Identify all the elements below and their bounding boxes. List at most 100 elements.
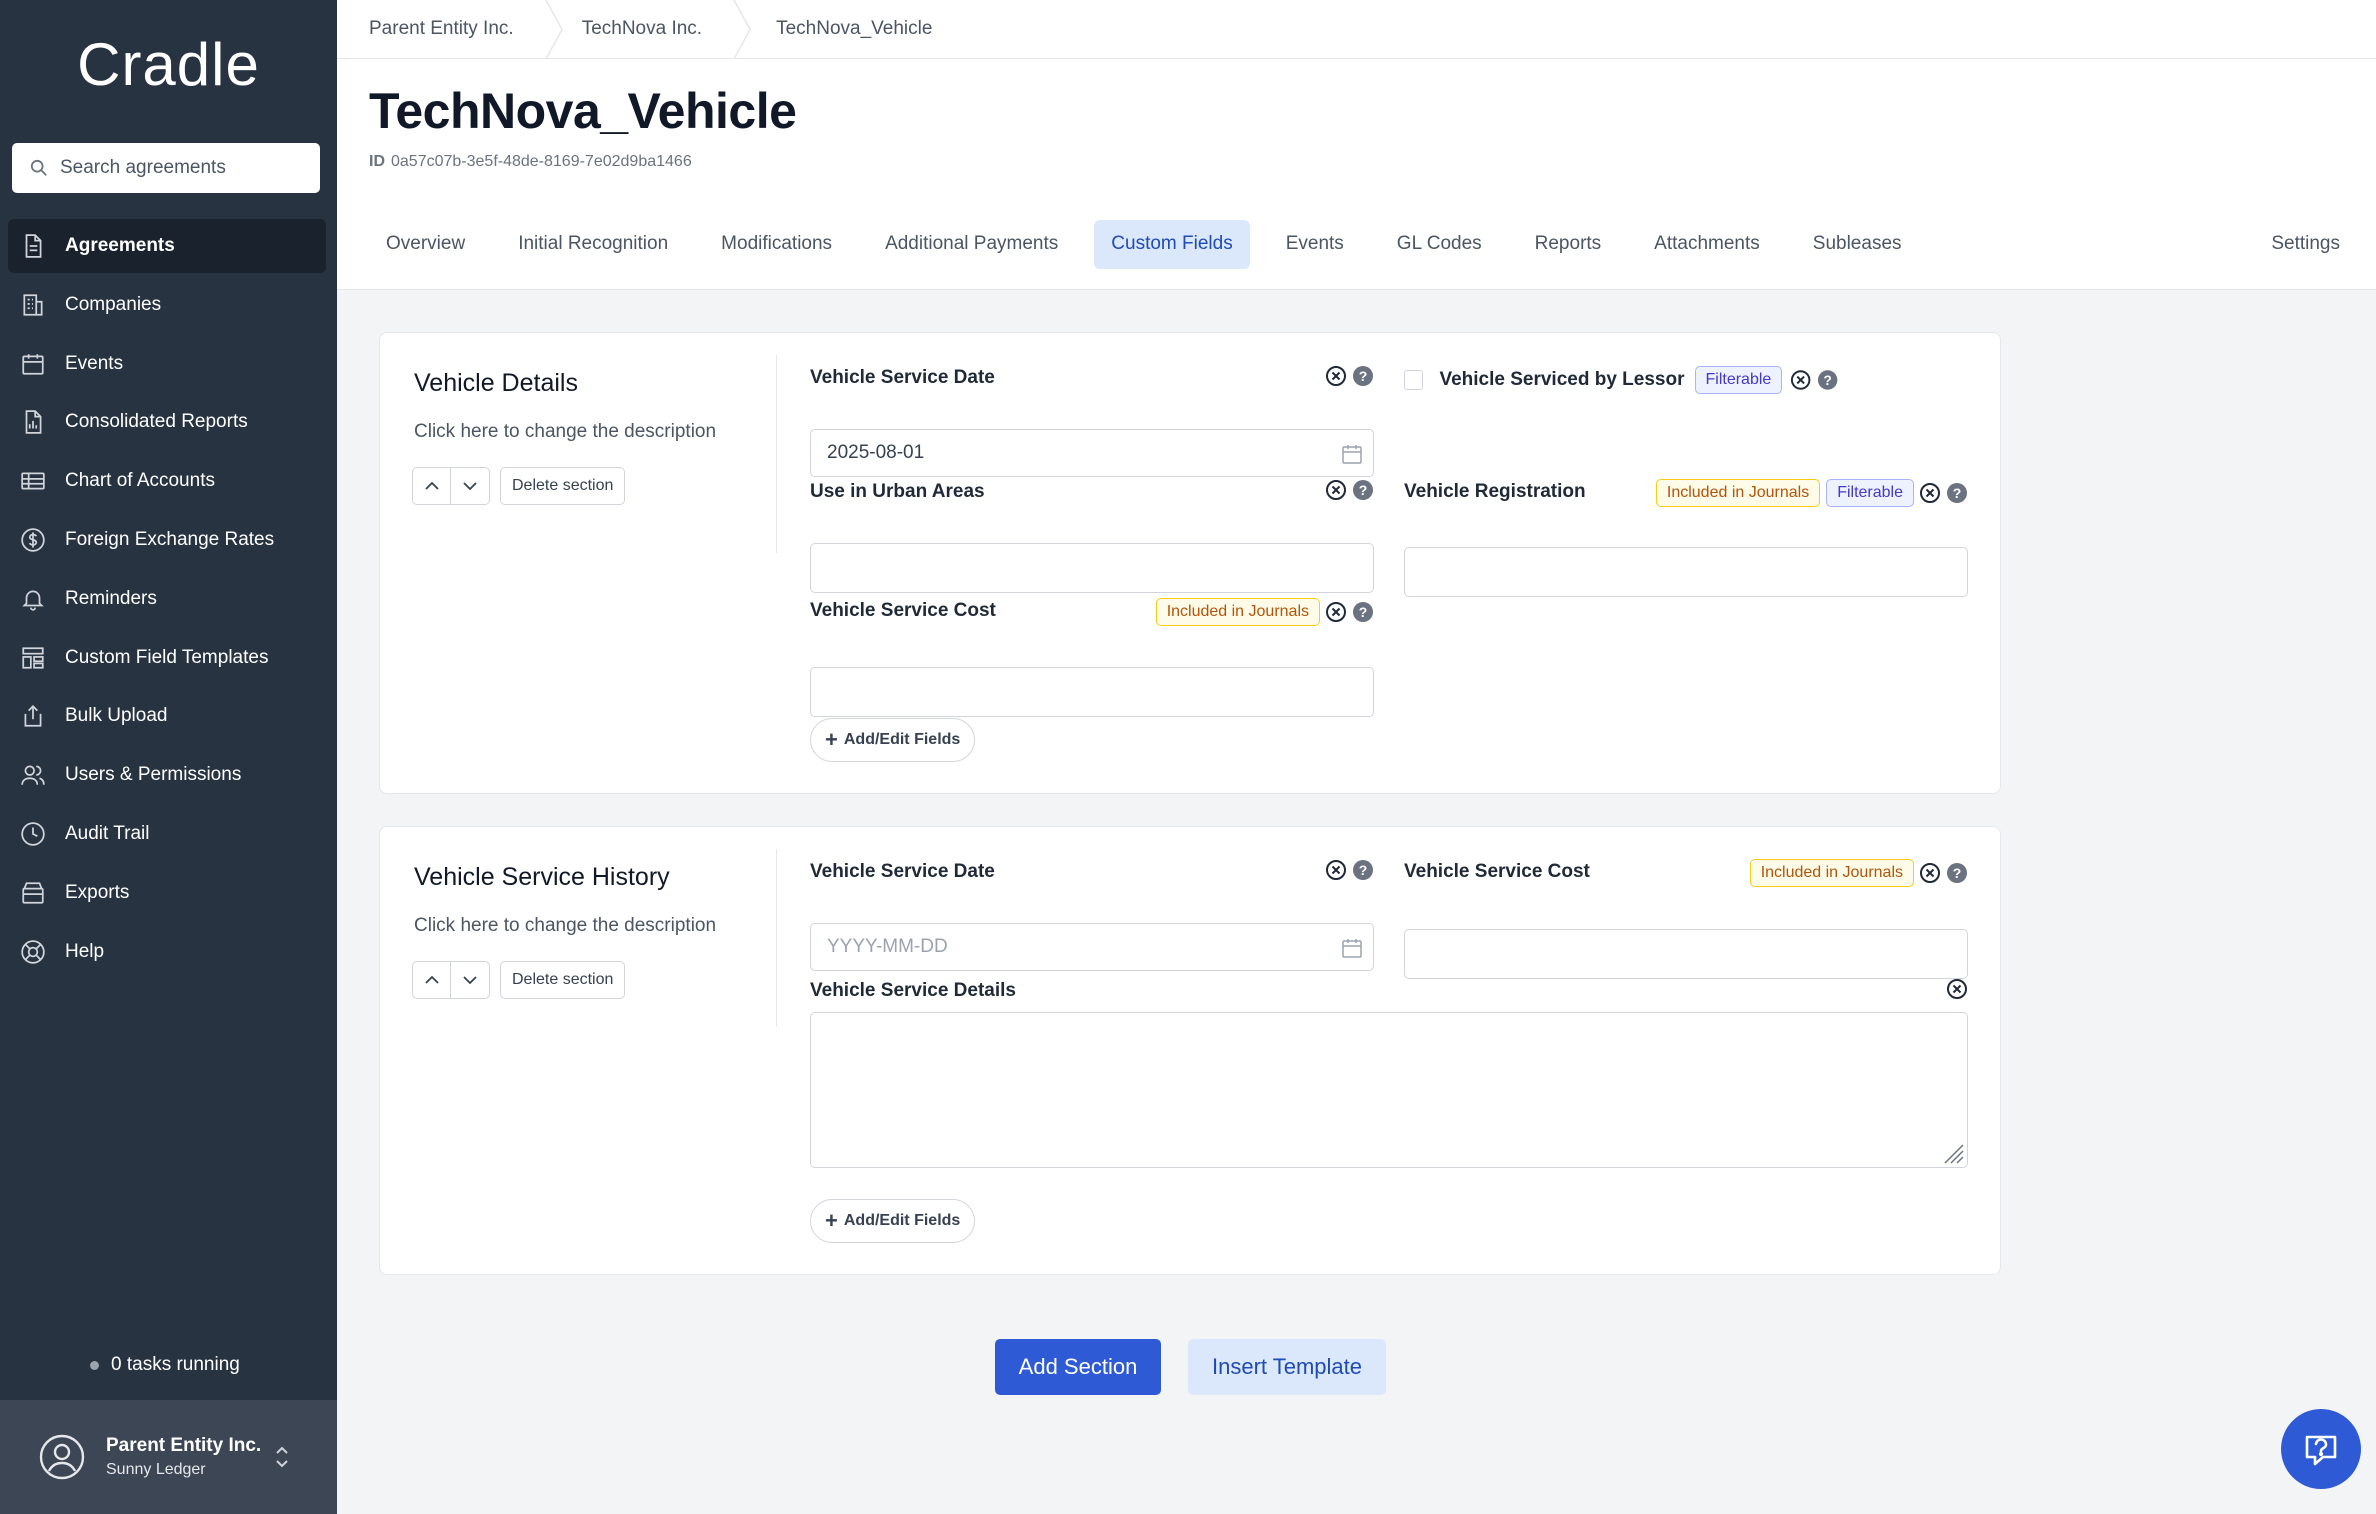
help-icon[interactable]: ?: [1817, 369, 1838, 391]
breadcrumb-separator: [545, 0, 563, 59]
search-input[interactable]: [60, 157, 300, 179]
tab-events[interactable]: Events: [1269, 220, 1361, 269]
insert-template-button[interactable]: Insert Template: [1188, 1339, 1386, 1395]
tab-modifications[interactable]: Modifications: [704, 220, 849, 269]
page-title: TechNova_Vehicle: [369, 83, 797, 139]
add-section-button[interactable]: Add Section: [995, 1339, 1161, 1395]
sidebar-item-custom-field-templates[interactable]: Custom Field Templates: [8, 631, 326, 685]
section-title[interactable]: Vehicle Service History: [414, 863, 670, 892]
help-icon[interactable]: ?: [1946, 482, 1968, 504]
tab-additional-payments[interactable]: Additional Payments: [868, 220, 1075, 269]
sidebar-item-label: Users & Permissions: [65, 764, 242, 786]
delete-section-button[interactable]: Delete section: [500, 467, 626, 505]
help-icon[interactable]: ?: [1352, 365, 1374, 387]
user-avatar-icon: [39, 1434, 85, 1480]
sidebar-item-label: Chart of Accounts: [65, 470, 215, 492]
remove-field-icon[interactable]: [1325, 365, 1347, 387]
tab-custom-fields[interactable]: Custom Fields: [1094, 219, 1250, 269]
sidebar-item-agreements[interactable]: Agreements: [8, 219, 326, 273]
tab-reports[interactable]: Reports: [1518, 220, 1619, 269]
sidebar-item-help[interactable]: Help: [8, 925, 326, 979]
help-icon[interactable]: ?: [1946, 862, 1968, 884]
account-switcher[interactable]: Parent Entity Inc. Sunny Ledger: [0, 1400, 337, 1514]
tab-subleases[interactable]: Subleases: [1796, 220, 1919, 269]
date-input[interactable]: YYYY-MM-DD: [810, 923, 1374, 971]
sidebar-item-label: Help: [65, 940, 105, 962]
archive-icon: [22, 882, 44, 904]
section-title[interactable]: Vehicle Details: [414, 369, 578, 398]
resize-handle-icon[interactable]: [1939, 1139, 1965, 1165]
remove-field-icon[interactable]: [1919, 482, 1941, 504]
field-label: Vehicle Service Cost: [1404, 861, 1590, 882]
app-logo[interactable]: Cradle: [0, 30, 337, 99]
breadcrumb-item[interactable]: TechNova Inc.: [578, 0, 702, 59]
filterable-tag: Filterable: [1694, 366, 1783, 394]
section-description[interactable]: Click here to change the description: [414, 421, 716, 443]
move-down-button[interactable]: [451, 962, 489, 998]
sidebar-item-reminders[interactable]: Reminders: [8, 572, 326, 626]
tab-gl-codes[interactable]: GL Codes: [1380, 220, 1499, 269]
remove-field-icon[interactable]: [1790, 369, 1811, 391]
svg-text:?: ?: [1359, 368, 1368, 384]
add-edit-fields-button[interactable]: + Add/Edit Fields: [810, 718, 976, 762]
tab-initial-recognition[interactable]: Initial Recognition: [501, 220, 685, 269]
remove-field-icon[interactable]: [1919, 862, 1941, 884]
building-icon: [23, 294, 43, 316]
sidebar-item-label: Consolidated Reports: [65, 411, 248, 433]
add-edit-fields-button[interactable]: + Add/Edit Fields: [810, 1199, 976, 1243]
service-cost-input[interactable]: [810, 667, 1374, 717]
sidebar-item-exports[interactable]: Exports: [8, 866, 326, 920]
field-vehicle-serviced-by-lessor: Vehicle Serviced by Lessor Filterable ?: [1404, 366, 1838, 394]
sidebar-item-events[interactable]: Events: [8, 337, 326, 391]
service-cost-input[interactable]: [1404, 929, 1968, 979]
tab-overview[interactable]: Overview: [369, 220, 482, 269]
calendar-icon[interactable]: [1341, 937, 1363, 959]
help-icon[interactable]: ?: [1352, 479, 1374, 501]
help-icon[interactable]: ?: [1352, 601, 1374, 623]
section-description[interactable]: Click here to change the description: [414, 915, 716, 937]
move-down-button[interactable]: [451, 468, 489, 504]
registration-input[interactable]: [1404, 547, 1968, 597]
field-actions: [1941, 978, 1968, 1000]
urban-areas-input[interactable]: [810, 543, 1374, 593]
move-up-button[interactable]: [413, 468, 451, 504]
chat-support-button[interactable]: [2281, 1409, 2361, 1489]
remove-field-icon[interactable]: [1325, 601, 1347, 623]
field-label: Vehicle Service Date: [810, 861, 995, 882]
remove-field-icon[interactable]: [1325, 479, 1347, 501]
sidebar-item-chart-of-accounts[interactable]: Chart of Accounts: [8, 454, 326, 508]
sidebar-item-label: Audit Trail: [65, 822, 150, 844]
remove-field-icon[interactable]: [1325, 859, 1347, 881]
tab-attachments[interactable]: Attachments: [1637, 220, 1777, 269]
tab-settings[interactable]: Settings: [2271, 219, 2340, 268]
included-in-journals-tag: Included in Journals: [1155, 598, 1320, 626]
add-edit-label: Add/Edit Fields: [843, 1212, 961, 1229]
service-details-textarea[interactable]: [810, 1012, 1968, 1168]
users-icon: [21, 765, 45, 785]
sidebar-item-consolidated-reports[interactable]: Consolidated Reports: [8, 395, 326, 449]
date-input[interactable]: 2025-08-01: [810, 429, 1374, 477]
field-actions: ?: [1320, 479, 1374, 501]
svg-text:?: ?: [1359, 604, 1368, 620]
breadcrumb-item[interactable]: Parent Entity Inc.: [337, 0, 514, 59]
breadcrumb-item[interactable]: TechNova_Vehicle: [766, 0, 932, 59]
field-use-in-urban-areas: Use in Urban Areas ?: [810, 479, 1374, 593]
field-actions: Included in Journals ?: [1744, 859, 1968, 887]
included-in-journals-tag: Included in Journals: [1749, 859, 1914, 887]
tab-bar: Overview Initial Recognition Modificatio…: [369, 219, 1938, 269]
delete-section-button[interactable]: Delete section: [500, 961, 626, 999]
calendar-icon: [22, 353, 44, 375]
serviced-by-lessor-checkbox[interactable]: [1404, 370, 1424, 390]
remove-field-icon[interactable]: [1946, 978, 1968, 1000]
help-icon[interactable]: ?: [1352, 859, 1374, 881]
sidebar-item-audit-trail[interactable]: Audit Trail: [8, 807, 326, 861]
move-up-button[interactable]: [413, 962, 451, 998]
sidebar-item-bulk-upload[interactable]: Bulk Upload: [8, 689, 326, 743]
sidebar-item-foreign-exchange-rates[interactable]: Foreign Exchange Rates: [8, 513, 326, 567]
field-label: Vehicle Registration: [1404, 481, 1586, 502]
search-box[interactable]: [12, 143, 320, 193]
field-vehicle-registration: Vehicle Registration Included in Journal…: [1404, 479, 1968, 597]
sidebar-item-users-permissions[interactable]: Users & Permissions: [8, 748, 326, 802]
sidebar-item-companies[interactable]: Companies: [8, 278, 326, 332]
calendar-icon[interactable]: [1341, 443, 1363, 465]
